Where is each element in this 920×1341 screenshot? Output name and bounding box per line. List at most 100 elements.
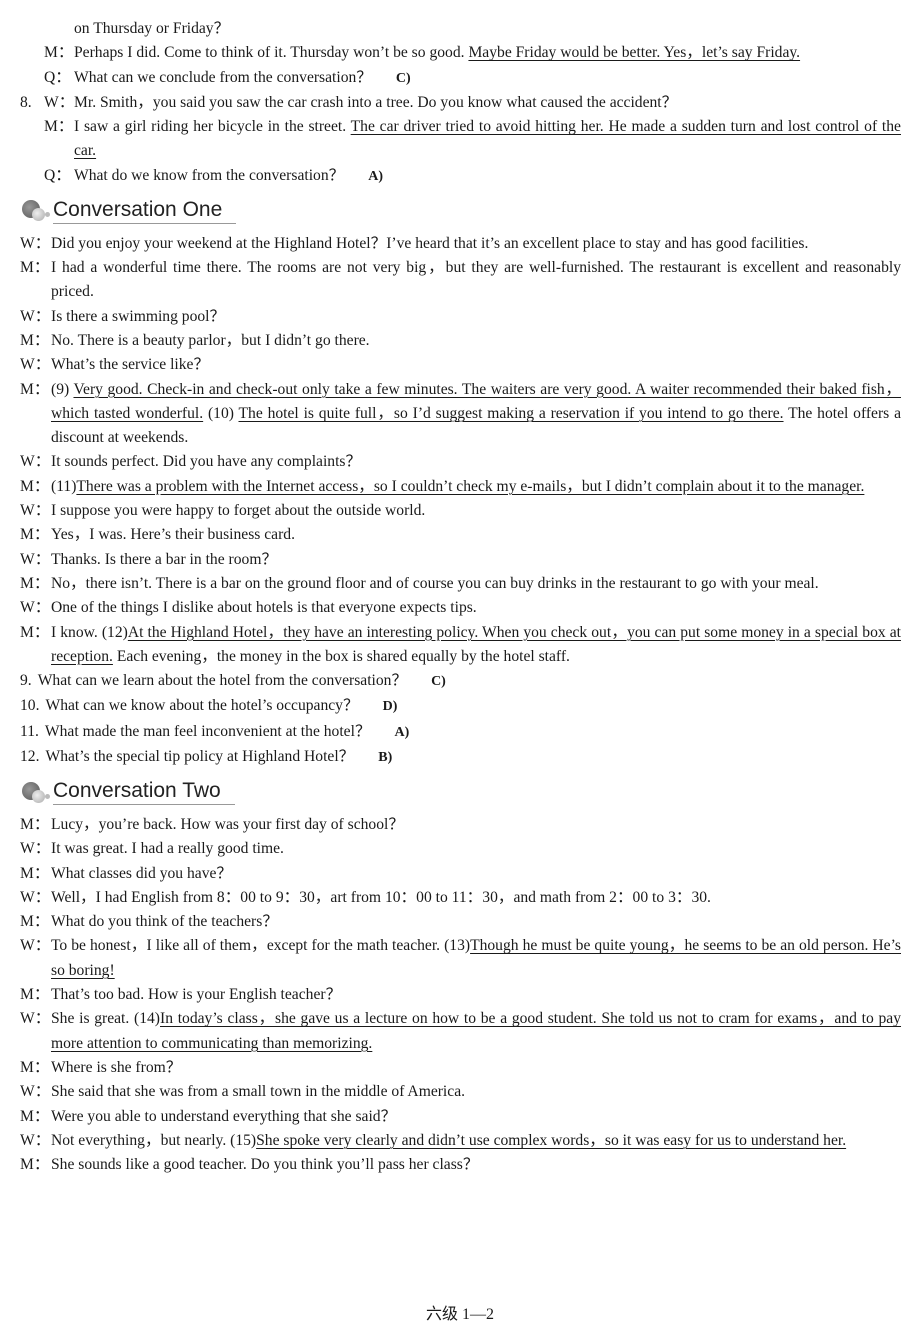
- dialogue-line: W：She is great. (14)In today’s class，she…: [20, 1007, 901, 1056]
- bullet-circle: [32, 789, 45, 803]
- text-segment: Well，I had English from 8：00 to 9：30，art…: [51, 888, 711, 906]
- item-number: 12.: [20, 748, 40, 765]
- answer-key: C): [395, 70, 411, 86]
- dialogue-line: W：One of the things I dislike about hote…: [20, 596, 901, 620]
- text-segment: What do we know from the conversation？: [74, 166, 345, 184]
- dialogue-line: W：Well，I had English from 8：00 to 9：30，a…: [20, 886, 901, 910]
- dialogue-line: M：I know. (12)At the Highland Hotel，they…: [20, 621, 901, 670]
- speaker-label: W：: [20, 1083, 51, 1101]
- speaker-label: W：: [20, 356, 51, 374]
- speaker-label: W：: [20, 1010, 51, 1028]
- dialogue-line: on Thursday or Friday？: [20, 17, 901, 41]
- speaker-label: M：: [20, 1156, 50, 1174]
- speaker-label: W：: [20, 307, 51, 325]
- speaker-label: M：: [20, 986, 50, 1004]
- text-segment: I know. (12): [51, 623, 128, 641]
- section-bullet-icon: [20, 197, 52, 223]
- text-segment: What’s the service like？: [51, 356, 210, 374]
- dialogue-line: W：Is there a swimming pool？: [20, 305, 901, 329]
- dialogue-line: M：(9) Very good. Check-in and check-out …: [20, 378, 901, 451]
- speaker-label: W：: [20, 234, 51, 252]
- text-segment: Lucy，you’re back. How was your first day…: [51, 815, 404, 833]
- text-segment: What’s the special tip policy at Highlan…: [45, 748, 355, 765]
- speaker-label: M：: [20, 331, 50, 349]
- text-segment: (10): [203, 404, 239, 422]
- speaker-label: M：: [44, 44, 74, 62]
- speaker-label: M：: [20, 864, 50, 882]
- dialogue-line: W：To be honest，I like all of them，except…: [20, 934, 901, 983]
- speaker-label: M：: [20, 259, 50, 277]
- text-segment: Each evening，the money in the box is sha…: [112, 647, 570, 665]
- section-title: Conversation Two: [53, 778, 235, 806]
- dialogue-line: W：I suppose you were happy to forget abo…: [20, 499, 901, 523]
- answer-key: A): [394, 724, 410, 740]
- underlined-answer-text: The hotel is quite full，so I’d suggest m…: [238, 404, 784, 422]
- speaker-label: W：: [20, 502, 51, 520]
- text-segment: No. There is a beauty parlor，but I didn’…: [51, 331, 370, 349]
- speaker-label: M：: [20, 477, 50, 495]
- speaker-label: W：: [20, 550, 51, 568]
- dialogue-line: M：I had a wonderful time there. The room…: [20, 256, 901, 305]
- text-segment: I saw a girl riding her bicycle in the s…: [74, 118, 351, 136]
- item-number: 8.: [20, 93, 32, 111]
- text-segment: It sounds perfect. Did you have any comp…: [51, 453, 362, 471]
- underlined-answer-text: She spoke very clearly and didn’t use co…: [256, 1131, 847, 1149]
- speaker-label: W：: [44, 93, 75, 111]
- text-segment: Perhaps I did. Come to think of it. Thur…: [74, 44, 469, 62]
- bullet-circle: [45, 793, 50, 799]
- text-segment: Is there a swimming pool？: [51, 307, 226, 325]
- speaker-label: W：: [20, 1131, 51, 1149]
- dialogue-line: M：I saw a girl riding her bicycle in the…: [20, 115, 901, 164]
- dialogue-line: M：Where is she from？: [20, 1056, 901, 1080]
- speaker-label: M：: [20, 526, 50, 544]
- speaker-label: Q：: [44, 68, 71, 86]
- answer-key: A): [368, 168, 383, 184]
- dialogue-line: W：Thanks. Is there a bar in the room？: [20, 548, 901, 572]
- text-segment: Not everything，but nearly. (15): [51, 1131, 257, 1149]
- text-segment: I had a wonderful time there. The rooms …: [51, 259, 901, 301]
- answer-key: C): [431, 674, 446, 690]
- answer-key: D): [382, 699, 398, 715]
- bullet-circle: [32, 208, 45, 222]
- text-segment: Where is she from？: [51, 1058, 182, 1076]
- text-segment: That’s too bad. How is your English teac…: [51, 986, 342, 1004]
- dialogue-line: W：It sounds perfect. Did you have any co…: [20, 450, 901, 474]
- dialogue-line: W：What’s the service like？: [20, 353, 901, 377]
- dialogue-line: Q： What can we conclude from the conversa…: [20, 66, 901, 91]
- text-segment: She said that she was from a small town …: [51, 1083, 466, 1101]
- speaker-label: M：: [20, 913, 50, 931]
- speaker-label: W：: [20, 453, 51, 471]
- text-segment: Yes，I was. Here’s their business card.: [51, 526, 295, 544]
- text-segment: Mr. Smith，you said you saw the car crash…: [74, 93, 678, 111]
- text-segment: I suppose you were happy to forget about…: [51, 502, 426, 520]
- text-segment: (9): [51, 380, 74, 398]
- text-segment: Did you enjoy your weekend at the Highla…: [51, 234, 809, 252]
- dialogue-line: M：That’s too bad. How is your English te…: [20, 983, 901, 1007]
- speaker-label: M：: [20, 1058, 50, 1076]
- bullet-circle: [45, 212, 50, 218]
- dialogue-line: W：It was great. I had a really good time…: [20, 837, 901, 861]
- text-segment: (11): [51, 477, 77, 495]
- dialogue-line: W：She said that she was from a small tow…: [20, 1080, 901, 1104]
- text-segment: To be honest，I like all of them，except f…: [51, 937, 471, 955]
- answer-key: B): [378, 750, 393, 765]
- section-bullet-icon: [20, 779, 52, 805]
- dialogue-line: M：(11)There was a problem with the Inter…: [20, 475, 901, 499]
- question-line: 12. What’s the special tip policy at High…: [20, 745, 901, 770]
- text-segment: What classes did you have？: [51, 864, 233, 882]
- text-segment: One of the things I dislike about hotels…: [51, 599, 477, 617]
- speaker-label: M：: [20, 380, 50, 398]
- speaker-label: M：: [20, 623, 50, 641]
- speaker-label: M：: [20, 815, 50, 833]
- text-segment: What can we conclude from the conversati…: [74, 68, 372, 86]
- document-body: on Thursday or Friday？ M：Perhaps I did. C…: [20, 17, 901, 1177]
- item-number: 10.: [20, 697, 40, 715]
- dialogue-line: W：Not everything，but nearly. (15)She spo…: [20, 1129, 901, 1153]
- dialogue-line: M：Perhaps I did. Come to think of it. Th…: [20, 41, 901, 65]
- text-segment: What do you think of the teachers？: [51, 913, 278, 931]
- dialogue-line: Q： What do we know from the conversation？…: [20, 164, 901, 189]
- dialogue-line: W：Did you enjoy your weekend at the High…: [20, 232, 901, 256]
- dialogue-line: M：No. There is a beauty parlor，but I did…: [20, 329, 901, 353]
- question-line: 10. What can we know about the hotel’s oc…: [20, 694, 901, 719]
- text-segment: Were you able to understand everything t…: [51, 1107, 397, 1125]
